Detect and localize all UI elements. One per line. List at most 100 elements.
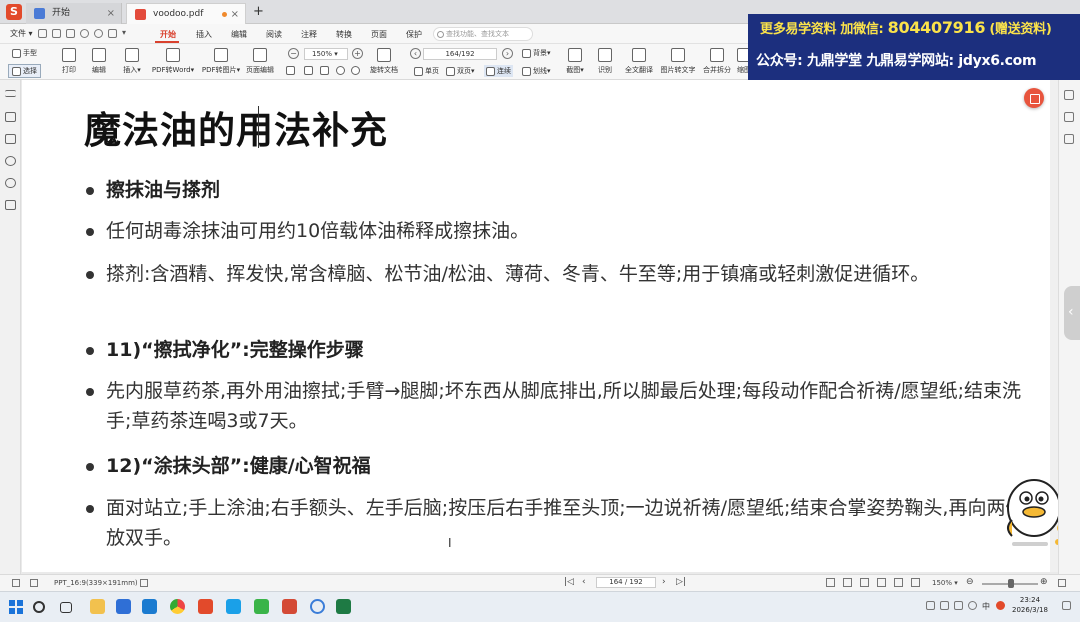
status-zoom-select[interactable]: 150% ▾ xyxy=(932,579,958,587)
windows-start-icon[interactable] xyxy=(9,600,24,615)
merge-split-button[interactable]: 合并拆分 xyxy=(700,48,734,75)
volume-icon[interactable] xyxy=(968,601,977,610)
print-button[interactable]: 打印 xyxy=(58,48,80,75)
store-icon[interactable] xyxy=(116,599,131,614)
view-mode-icon[interactable] xyxy=(826,578,835,587)
hand-tool-button[interactable]: 手型 xyxy=(12,48,37,58)
chevron-down-icon[interactable]: ▾ xyxy=(122,29,131,38)
tray-app-icon[interactable] xyxy=(954,601,963,610)
rotate-document-button[interactable]: 旋转文档 xyxy=(368,48,400,75)
input-language-indicator[interactable]: 中 xyxy=(982,601,990,612)
outlook-icon[interactable] xyxy=(142,599,157,614)
status-page-input[interactable]: 164 / 192 xyxy=(596,577,656,588)
print-icon[interactable] xyxy=(66,29,75,38)
double-page-button[interactable]: 双页▾ xyxy=(446,66,475,76)
view-mode-icon[interactable] xyxy=(911,578,920,587)
wps-tray-icon[interactable] xyxy=(996,601,1005,610)
floating-tool-button[interactable] xyxy=(1024,88,1044,108)
actual-size-button[interactable] xyxy=(320,66,331,75)
select-tool-button[interactable]: 选择 xyxy=(8,64,41,78)
continuous-button[interactable]: 连续 xyxy=(484,65,513,77)
tab-document[interactable]: voodoo.pdf × xyxy=(126,3,246,24)
zoom-select[interactable]: 150% ▾ xyxy=(304,48,348,60)
last-page-icon[interactable]: ▷| xyxy=(676,577,686,587)
edit-panel-icon[interactable] xyxy=(1064,112,1074,122)
pdf-to-image-button[interactable]: PDF转图片▾ xyxy=(200,48,242,75)
close-icon[interactable]: × xyxy=(231,4,239,25)
attachment-icon[interactable] xyxy=(5,178,16,188)
menu-item-protect[interactable]: 保护 xyxy=(406,29,422,40)
properties-icon[interactable] xyxy=(1064,90,1074,100)
thumbnails-icon[interactable] xyxy=(5,134,16,144)
network-app-icon[interactable] xyxy=(310,599,325,614)
file-menu[interactable]: 文件 ▾ xyxy=(10,28,33,39)
redo-icon[interactable] xyxy=(94,29,103,38)
annotation-list-icon[interactable] xyxy=(5,200,16,210)
zoom-out-icon[interactable]: − xyxy=(288,48,299,59)
tray-app-icon[interactable] xyxy=(926,601,935,610)
wps-logo-icon[interactable]: S xyxy=(6,4,22,20)
view-mode-icon[interactable] xyxy=(894,578,903,587)
prev-page-icon[interactable]: ‹ xyxy=(582,577,586,587)
zoom-in-icon[interactable]: + xyxy=(352,48,363,59)
view-mode-icon[interactable] xyxy=(843,578,852,587)
tab-home[interactable]: 开始 × xyxy=(26,3,122,24)
menu-item-insert[interactable]: 插入 xyxy=(196,29,212,40)
fit-icon[interactable] xyxy=(140,579,148,587)
save-icon[interactable] xyxy=(52,29,61,38)
menu-item-start[interactable]: 开始 xyxy=(160,29,176,40)
search-input[interactable]: 查找功能、查找文本 xyxy=(433,27,533,41)
image-to-text-button[interactable]: 图片转文字 xyxy=(658,48,698,75)
underline-button[interactable]: 划线▾ xyxy=(522,66,551,76)
menu-item-read[interactable]: 阅读 xyxy=(266,29,282,40)
tray-app-icon[interactable] xyxy=(940,601,949,610)
document-viewport[interactable]: 魔法油的用法补充 擦抹油与搽剂 任何胡毒涂抹油可用约10倍载体油稀释成擦抹油。 … xyxy=(22,80,1077,592)
next-page-icon[interactable]: › xyxy=(502,48,513,59)
view-mode-icon[interactable] xyxy=(860,578,869,587)
prev-page-icon[interactable]: ‹ xyxy=(410,48,421,59)
notifications-icon[interactable] xyxy=(1062,601,1071,610)
zoom-in-icon[interactable]: ⊕ xyxy=(1040,577,1048,587)
menu-item-page[interactable]: 页面 xyxy=(371,29,387,40)
next-page-icon[interactable]: › xyxy=(662,577,666,587)
pdf-reader-icon[interactable] xyxy=(282,599,297,614)
new-tab-button[interactable]: + xyxy=(253,4,264,19)
search-icon[interactable] xyxy=(5,156,16,166)
open-icon[interactable] xyxy=(38,29,47,38)
page-number-input[interactable]: 164/192 xyxy=(423,48,497,60)
page-edit-button[interactable]: 页面编辑 xyxy=(244,48,276,75)
settings-icon[interactable] xyxy=(1064,134,1074,144)
outline-toggle-icon[interactable] xyxy=(30,579,38,587)
fit-width-button[interactable] xyxy=(286,66,297,75)
system-clock[interactable]: 23:24 2026/3/18 xyxy=(1012,595,1048,615)
translate-button[interactable]: 全文翻译 xyxy=(622,48,656,75)
fit-page-button[interactable] xyxy=(304,66,315,75)
zoom-slider-handle[interactable] xyxy=(1008,579,1014,588)
first-page-icon[interactable]: |◁ xyxy=(564,577,574,587)
task-view-icon[interactable] xyxy=(60,602,72,613)
pdf-page[interactable]: 魔法油的用法补充 擦抹油与搽剂 任何胡毒涂抹油可用约10倍载体油稀释成擦抹油。 … xyxy=(22,80,1050,572)
rotate-left-button[interactable] xyxy=(336,66,347,75)
single-page-button[interactable]: 单页 xyxy=(414,66,439,76)
ocr-button[interactable]: 识别 xyxy=(594,48,616,75)
view-mode-icon[interactable] xyxy=(877,578,886,587)
screenshot-button[interactable]: 截图▾ xyxy=(562,48,588,75)
undo-icon[interactable] xyxy=(80,29,89,38)
menu-item-annotate[interactable]: 注释 xyxy=(301,29,317,40)
wps-icon[interactable] xyxy=(198,599,213,614)
chrome-icon[interactable] xyxy=(170,599,185,614)
home-icon[interactable] xyxy=(108,29,117,38)
close-icon[interactable]: × xyxy=(107,3,115,24)
search-icon[interactable] xyxy=(33,601,45,613)
cloud-app-icon[interactable] xyxy=(226,599,241,614)
pdf-to-word-button[interactable]: PDF转Word▾ xyxy=(150,48,196,75)
file-explorer-icon[interactable] xyxy=(90,599,105,614)
thumbnail-toggle-icon[interactable] xyxy=(12,579,20,587)
collapse-panel-button[interactable] xyxy=(1064,286,1080,340)
insert-button[interactable]: 插入▾ xyxy=(118,48,146,75)
fullscreen-icon[interactable] xyxy=(1058,579,1066,587)
menu-icon[interactable] xyxy=(5,90,16,97)
bookmark-icon[interactable] xyxy=(5,112,16,122)
rotate-right-button[interactable] xyxy=(351,66,362,75)
background-button[interactable]: 背景▾ xyxy=(522,48,551,58)
